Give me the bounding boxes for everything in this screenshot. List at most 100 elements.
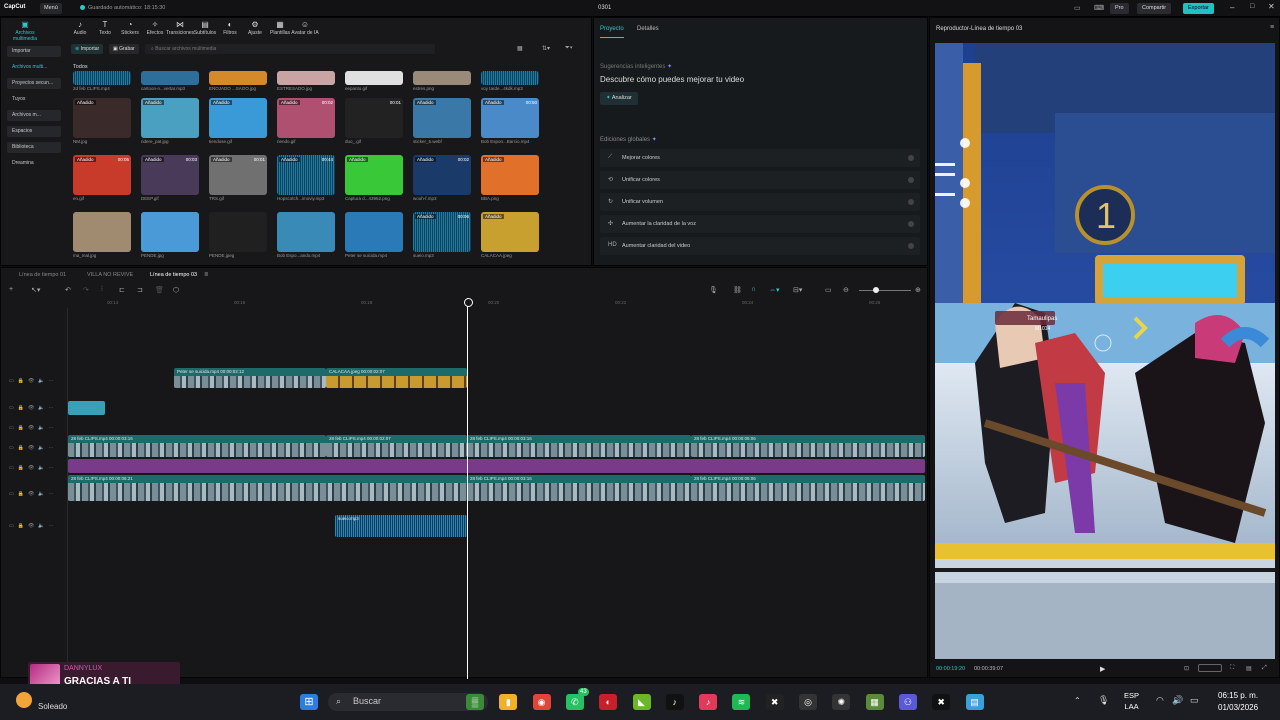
media-thumbnail[interactable]: PENDE.jpg (141, 212, 199, 258)
weather-label[interactable]: Soleado (38, 702, 67, 711)
timeline-tab-2[interactable]: Línea de tiempo 03 (150, 272, 197, 278)
system-clock[interactable]: 06:15 p. m. 01/03/2026 (1218, 690, 1258, 714)
clip-calaca[interactable]: CALACAA.jpeg 00:00:02:07 (326, 368, 467, 388)
magnet-icon[interactable]: ∩ (751, 286, 756, 293)
battery-icon[interactable]: ▭ (1190, 695, 1199, 706)
zoom-out-icon[interactable]: ⊖ (843, 286, 849, 294)
tab-audio[interactable]: ♪ Audio (66, 20, 94, 36)
track-controls[interactable]: ▭🔒👁🔈⋯ (9, 378, 58, 384)
media-thumbnail[interactable]: Bob Espo...ando.mp4 (277, 212, 335, 258)
toggle-dot[interactable] (908, 177, 914, 183)
media-thumbnail[interactable]: Añadido NM.jpg (73, 98, 131, 144)
whatsapp-icon[interactable]: ✆ (565, 694, 584, 710)
media-thumbnail[interactable]: Añadido 00:02 wooh-f.mp3 (413, 155, 471, 201)
video-preview[interactable]: 1 Tamaulipas M1014 (935, 43, 1275, 659)
tab-details[interactable]: Detalles (637, 26, 659, 32)
start-icon[interactable]: ⊞ (300, 694, 318, 710)
media-thumbnail[interactable]: Añadido 00:03 DEEP.gif (141, 155, 199, 201)
snap-icon[interactable]: ⇔▾ (769, 286, 780, 294)
sidebar-item-2[interactable]: Proyectos secun... (7, 78, 61, 89)
quality-icon[interactable]: ▤ (1246, 665, 1252, 672)
language-indicator[interactable]: ESP LAA (1124, 690, 1139, 712)
media-thumbnail[interactable]: Añadido tiendose.gif (209, 98, 267, 144)
tab-project[interactable]: Proyecto (600, 26, 624, 32)
obs-icon[interactable]: ◎ (799, 694, 817, 710)
timeline-menu-icon[interactable]: ≣ (204, 272, 209, 278)
media-thumbnail[interactable]: Añadido CALACAA.jpeg (481, 212, 539, 258)
capcut-alt-icon[interactable]: ♪ (699, 694, 718, 710)
media-search-input[interactable]: ⌕ Buscar archivos multimedia (145, 44, 435, 54)
sidebar-item-4[interactable]: Archivos m... (7, 110, 61, 121)
explorer-icon[interactable]: ▮ (499, 694, 518, 710)
track-controls[interactable]: ▭🔒👁🔈⋯ (9, 523, 58, 529)
record-button[interactable]: ▣ Grabar (109, 44, 139, 54)
minecraft-icon[interactable]: ▦ (865, 694, 884, 710)
analyze-button[interactable]: ✦ Analizar (600, 92, 638, 105)
teams-icon[interactable]: ⚇ (898, 694, 917, 710)
clip-audio[interactable]: sueio.mp3 (335, 515, 467, 537)
clip-main-b[interactable]: 28 feb CLIPS.mp4 00:00:05:06 (691, 475, 925, 501)
global-edit-2[interactable]: ↻ Unificar volumen (600, 193, 920, 211)
chrome-icon[interactable]: ◉ (532, 694, 551, 710)
taskbar-search[interactable]: ⌕ Buscar (328, 693, 488, 711)
sort-icon[interactable]: ⇅▾ (542, 45, 550, 52)
media-thumbnail[interactable]: Añadido Captura d...43952.png (345, 155, 403, 201)
media-thumbnail[interactable]: 00:01 duo_.gif (345, 98, 403, 144)
crop-icon[interactable]: ⊡ (1184, 665, 1189, 672)
trim-left-icon[interactable]: ⊏ (119, 286, 125, 294)
close-icon[interactable]: ✕ (1268, 2, 1275, 11)
files-icon[interactable]: ▒ (466, 694, 484, 710)
marker-icon[interactable]: ⬡ (173, 286, 179, 294)
chatgpt-icon[interactable]: ✺ (832, 694, 851, 710)
tray-overflow-icon[interactable]: ⌃ (1074, 696, 1081, 705)
zoom-in-icon[interactable]: ⊕ (915, 286, 921, 294)
ratio-select[interactable] (1198, 664, 1222, 672)
mic-icon[interactable]: 🎙 (709, 286, 718, 294)
media-thumbnail[interactable]: Añadido 00:06 sueio.mp3 (413, 212, 471, 258)
toggle-dot[interactable] (908, 199, 914, 205)
all-filter-label[interactable]: Todos (73, 64, 88, 70)
media-thumbnail[interactable]: estres.png (413, 71, 471, 91)
track-controls[interactable]: ▭🔒👁🔈⋯ (9, 465, 58, 471)
media-thumbnail[interactable]: Añadido 00:05 en.gif (73, 155, 131, 201)
track-controls[interactable]: ▭🔒👁🔈⋯ (9, 491, 58, 497)
track-controls[interactable]: ▭🔒👁🔈⋯ (9, 405, 58, 411)
global-edit-3[interactable]: ✣ Aumentar la claridad de la voz (600, 215, 920, 233)
import-button[interactable]: ⊕ Importar (71, 44, 104, 54)
sidebar-item-7[interactable]: Dreamina (7, 158, 61, 169)
toggle-dot[interactable] (908, 155, 914, 161)
notepad-icon[interactable]: ▤ (965, 694, 984, 710)
capcut-active-icon[interactable]: ✖ (932, 694, 951, 710)
capcut-icon[interactable]: ✖ (765, 694, 784, 710)
undo-icon[interactable]: ↶ (65, 286, 71, 294)
more-options-icon[interactable]: ≡ (1270, 24, 1274, 31)
trim-right-icon[interactable]: ⊐ (137, 286, 143, 294)
toggle-dot[interactable] (908, 243, 914, 249)
layout-icon[interactable]: ▭ (1074, 4, 1081, 12)
sidebar-item-5[interactable]: Espacios (7, 126, 61, 137)
media-thumbnail[interactable]: Añadido 00:44 Hopscotch...imoviy.mp3 (277, 155, 335, 201)
shortcut-icon[interactable]: ⌨ (1094, 4, 1104, 12)
weather-icon[interactable] (16, 692, 32, 708)
delete-icon[interactable]: 🗑 (155, 286, 164, 294)
wifi-icon[interactable]: ◠ (1156, 695, 1164, 706)
grid-view-icon[interactable]: ▦ (517, 45, 523, 52)
sidebar-item-6[interactable]: Biblioteca (7, 142, 61, 153)
media-thumbnail[interactable]: eepanto.gif (345, 71, 403, 91)
global-edit-1[interactable]: ⟲ Unificar colores (600, 171, 920, 189)
media-thumbnail[interactable]: Añadido ridere_pat.jpg (141, 98, 199, 144)
track-controls[interactable]: ▭🔒👁🔈⋯ (9, 445, 58, 451)
redo-icon[interactable]: ↷ (83, 286, 89, 294)
sidebar-item-3[interactable]: Tuyos (7, 94, 61, 105)
clip-main-b[interactable]: 28 feb CLIPS.mp4 00:00:03:16 (467, 475, 691, 501)
media-thumbnail[interactable]: Añadido 00:01 TRS.gif (209, 155, 267, 201)
media-thumbnail[interactable]: Peter se suicida.mp4 (345, 212, 403, 258)
media-thumbnail[interactable]: Añadido 00:02 riendo.gif (277, 98, 335, 144)
spotify-icon[interactable]: ≋ (732, 694, 751, 710)
playhead[interactable] (464, 298, 473, 679)
media-thumbnail[interactable]: ma_mal.jpg (73, 212, 131, 258)
export-button[interactable]: Exportar (1183, 3, 1214, 14)
sidebar-item-1[interactable]: Archivos multi... (7, 62, 61, 73)
minimize-icon[interactable]: – (1230, 3, 1234, 12)
fit-icon[interactable]: ⛶ (1230, 665, 1234, 672)
